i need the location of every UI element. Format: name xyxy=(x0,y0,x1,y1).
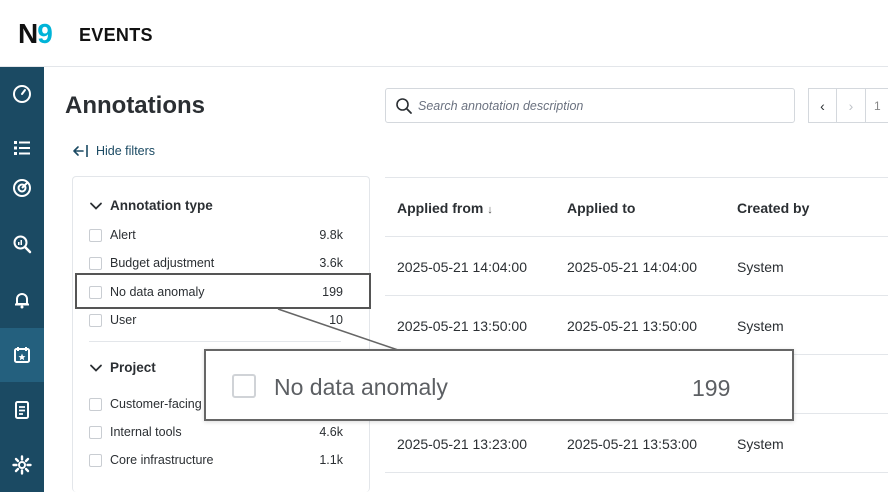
n9-logo[interactable]: N9 xyxy=(18,18,53,50)
search-input[interactable] xyxy=(418,95,788,117)
app-title: EVENTS xyxy=(79,25,153,45)
checkbox[interactable] xyxy=(89,425,102,439)
option-label: Alert xyxy=(110,228,136,242)
checkbox[interactable] xyxy=(89,453,102,467)
filter-option-alert[interactable]: Alert 9.8k xyxy=(89,225,343,245)
highlight-box xyxy=(75,273,371,309)
filter-panel: Annotation type Alert 9.8k Budget adjust… xyxy=(72,176,370,492)
cell-created-by: System xyxy=(737,318,784,334)
divider xyxy=(89,341,341,342)
settings-gear-icon xyxy=(12,455,32,475)
project-label: Project xyxy=(110,360,156,375)
sidebar-item-analysis[interactable] xyxy=(0,217,44,271)
option-count: 3.6k xyxy=(319,256,343,270)
option-count: 10 xyxy=(329,313,343,327)
chevron-down-icon xyxy=(90,202,102,210)
annotation-type-group-header[interactable]: Annotation type xyxy=(89,198,213,213)
option-label: User xyxy=(110,313,137,327)
filter-option-internal-tools[interactable]: Internal tools 4.6k xyxy=(89,422,343,442)
zoom-callout: No data anomaly 199 xyxy=(204,349,794,421)
filter-option-user[interactable]: User 10 xyxy=(89,310,343,330)
sidebar-item-reports[interactable] xyxy=(0,383,44,437)
column-header-created-by[interactable]: Created by xyxy=(737,200,809,216)
column-header-applied-from[interactable]: Applied from ↓ xyxy=(397,200,493,216)
cell-applied-to: 2025-05-21 14:04:00 xyxy=(567,259,697,275)
cell-applied-to: 2025-05-21 13:53:00 xyxy=(567,436,697,452)
checkbox[interactable] xyxy=(89,228,102,242)
hide-filters-link[interactable]: Hide filters xyxy=(72,143,155,159)
analysis-search-icon xyxy=(13,235,32,254)
column-header-applied-to[interactable]: Applied to xyxy=(567,200,635,216)
list-icon xyxy=(14,141,30,155)
zoom-label: No data anomaly xyxy=(274,374,448,400)
checkbox[interactable] xyxy=(89,397,102,411)
report-icon xyxy=(15,401,29,419)
search-box[interactable] xyxy=(385,88,795,123)
cell-applied-from: 2025-05-21 14:04:00 xyxy=(397,259,527,275)
calendar-star-icon xyxy=(14,347,30,363)
annotation-type-label: Annotation type xyxy=(110,198,213,213)
checkbox[interactable] xyxy=(89,313,102,327)
option-count: 4.6k xyxy=(319,425,343,439)
top-bar: N9 EVENTS xyxy=(0,0,888,67)
page-title: Annotations xyxy=(65,92,205,119)
cell-created-by: System xyxy=(737,436,784,452)
option-label: Core infrastructure xyxy=(110,453,214,467)
option-count: 1.1k xyxy=(319,453,343,467)
page-number[interactable]: 1 xyxy=(866,88,888,123)
filter-option-core-infrastructure[interactable]: Core infrastructure 1.1k xyxy=(89,450,343,470)
sidebar-item-dashboard[interactable] xyxy=(0,67,44,121)
search-icon xyxy=(396,98,412,114)
next-page-button[interactable]: › xyxy=(837,88,866,123)
previous-page-button[interactable]: ‹ xyxy=(808,88,837,123)
table-row[interactable]: 2025-05-21 13:50:00 2025-05-21 13:50:00 … xyxy=(385,296,888,355)
target-icon xyxy=(13,179,31,197)
sort-arrow-icon: ↓ xyxy=(487,204,493,216)
zoom-count: 199 xyxy=(692,375,731,401)
sidebar-item-slo[interactable] xyxy=(0,163,44,213)
filter-option-budget-adjustment[interactable]: Budget adjustment 3.6k xyxy=(89,253,343,273)
bell-icon xyxy=(15,293,29,309)
sidebar-item-settings[interactable] xyxy=(0,438,44,492)
cell-applied-to: 2025-05-21 13:50:00 xyxy=(567,318,697,334)
option-count: 9.8k xyxy=(319,228,343,242)
checkbox[interactable] xyxy=(89,256,102,270)
option-label: Internal tools xyxy=(110,425,182,439)
table-row[interactable]: 2025-05-21 14:04:00 2025-05-21 14:04:00 … xyxy=(385,237,888,296)
sidebar-item-alerts[interactable] xyxy=(0,273,44,327)
sidebar xyxy=(0,67,44,492)
sidebar-item-events[interactable] xyxy=(0,328,44,382)
project-group-header[interactable]: Project xyxy=(89,360,156,375)
table-row[interactable]: 2025-05-21 13:23:00 2025-05-21 13:53:00 … xyxy=(385,414,888,473)
option-label: Budget adjustment xyxy=(110,256,215,270)
dashboard-gauge-icon xyxy=(13,85,31,103)
cell-applied-from: 2025-05-21 13:23:00 xyxy=(397,436,527,452)
chevron-down-icon xyxy=(90,364,102,372)
pagination: ‹ › 1 xyxy=(808,88,888,123)
hide-filters-label: Hide filters xyxy=(96,144,156,158)
arrow-left-bar-icon xyxy=(73,145,88,157)
annotations-table: Applied from ↓ Applied to Created by 202… xyxy=(385,177,888,492)
cell-created-by: System xyxy=(737,259,784,275)
cell-applied-from: 2025-05-21 13:50:00 xyxy=(397,318,527,334)
table-header: Applied from ↓ Applied to Created by xyxy=(385,177,888,237)
zoom-checkbox xyxy=(232,374,256,398)
